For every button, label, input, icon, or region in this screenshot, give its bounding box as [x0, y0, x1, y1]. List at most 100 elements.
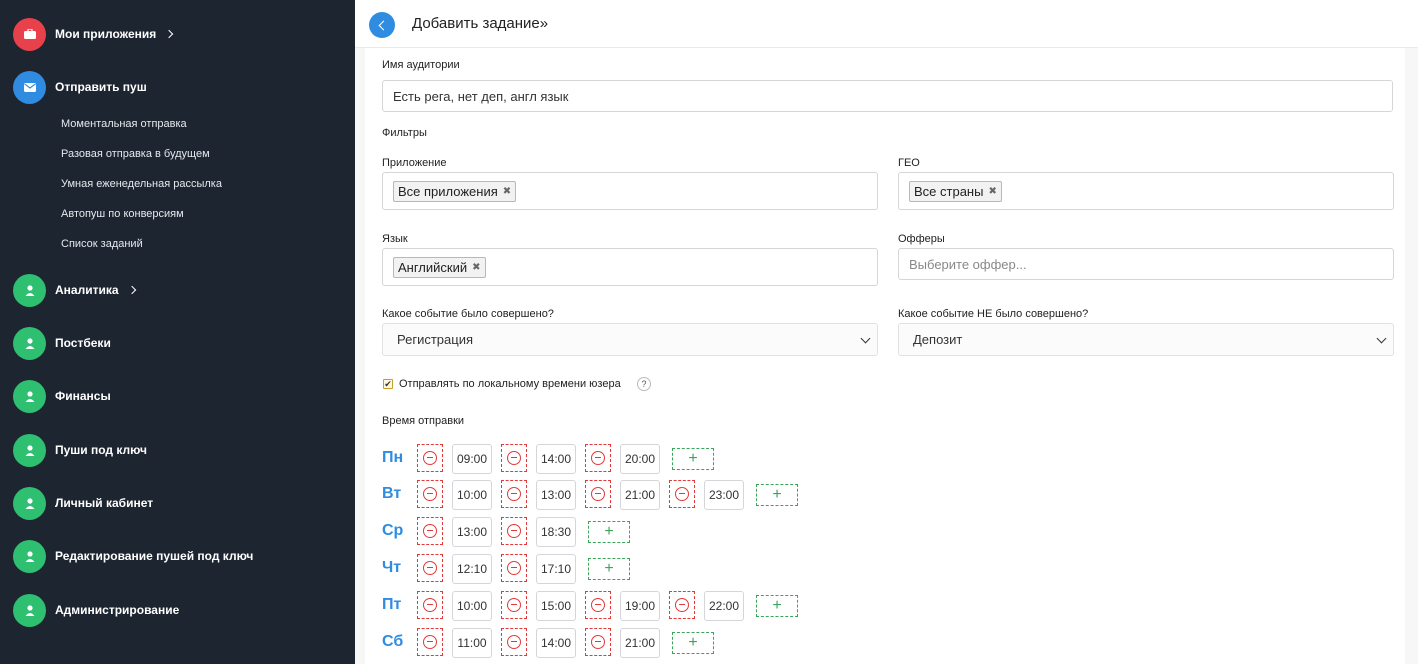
geo-multiselect[interactable]: Все страны ✖ [898, 172, 1394, 210]
minus-circle-icon [507, 635, 521, 649]
remove-time-button[interactable] [501, 591, 527, 619]
subnav-autopush-conversions[interactable]: Автопуш по конверсиям [61, 208, 184, 220]
minus-circle-icon [591, 487, 605, 501]
minus-circle-icon [507, 487, 521, 501]
add-time-button[interactable]: + [756, 484, 798, 506]
subnav-task-list[interactable]: Список заданий [61, 238, 143, 250]
subnav-one-time-future[interactable]: Разовая отправка в будущем [61, 148, 210, 160]
time-input[interactable]: 11:00 [452, 628, 492, 658]
nav-edit-turnkey-push[interactable]: Редактирование пушей под ключ [13, 539, 254, 573]
time-input[interactable]: 15:00 [536, 591, 576, 621]
sidebar: Мои приложения Отправить пуш Моментальна… [0, 0, 355, 664]
day-label: Чт [382, 559, 402, 576]
remove-time-button[interactable] [501, 554, 527, 582]
time-input[interactable]: 09:00 [452, 444, 492, 474]
schedule-row: Пт 10:00 15:00 19:00 22:00 + [382, 591, 982, 621]
remove-time-button[interactable] [501, 628, 527, 656]
minus-circle-icon [675, 598, 689, 612]
event-done-select[interactable]: Регистрация [382, 323, 878, 356]
time-input[interactable]: 18:30 [536, 517, 576, 547]
local-time-checkbox[interactable]: ✔ [383, 379, 393, 389]
time-input[interactable]: 10:00 [452, 591, 492, 621]
event-not-done-value: Депозит [913, 332, 963, 347]
language-label: Язык [382, 233, 408, 245]
language-multiselect[interactable]: Английский ✖ [382, 248, 878, 286]
schedule-row: Вт 10:00 13:00 21:00 23:00 + [382, 480, 982, 510]
help-icon[interactable]: ? [637, 377, 651, 391]
time-input[interactable]: 19:00 [620, 591, 660, 621]
time-input[interactable]: 14:00 [536, 628, 576, 658]
nav-analytics[interactable]: Аналитика [13, 273, 136, 307]
event-not-done-select[interactable]: Депозит [898, 323, 1394, 356]
schedule-grid: Пн 09:00 14:00 20:00 + Вт 10:00 13:00 21:00 23:00… [382, 444, 1082, 664]
remove-time-button[interactable] [417, 554, 443, 582]
time-input[interactable]: 21:00 [620, 628, 660, 658]
user-icon [13, 486, 46, 520]
main-content: Имя аудитории Есть рега, нет деп, англ я… [355, 48, 1418, 664]
chevron-right-icon [165, 29, 174, 39]
add-time-button[interactable]: + [588, 558, 630, 580]
nav-admin[interactable]: Администрирование [13, 593, 180, 627]
nav-my-apps[interactable]: Мои приложения [13, 17, 174, 51]
add-time-button[interactable]: + [756, 595, 798, 617]
nav-send-push[interactable]: Отправить пуш [13, 70, 147, 104]
schedule-row: Чт 12:10 17:10 + [382, 554, 982, 584]
add-time-button[interactable]: + [588, 521, 630, 543]
remove-time-button[interactable] [585, 591, 611, 619]
time-input[interactable]: 22:00 [704, 591, 744, 621]
time-input[interactable]: 21:00 [620, 480, 660, 510]
briefcase-icon [13, 17, 46, 51]
remove-time-button[interactable] [669, 480, 695, 508]
remove-time-button[interactable] [585, 628, 611, 656]
tag-remove-icon[interactable]: ✖ [472, 262, 480, 273]
remove-time-button[interactable] [501, 444, 527, 472]
geo-tag-label: Все страны [914, 183, 984, 199]
time-input[interactable]: 12:10 [452, 554, 492, 584]
user-icon [13, 379, 46, 413]
time-input[interactable]: 10:00 [452, 480, 492, 510]
subnav-smart-weekly[interactable]: Умная еженедельная рассылка [61, 178, 222, 190]
event-done-label: Какое событие было совершено? [382, 308, 554, 320]
nav-postbacks[interactable]: Постбеки [13, 326, 111, 360]
audience-name-input[interactable]: Есть рега, нет деп, англ язык [382, 80, 1393, 112]
page-header: Добавить задание» [355, 0, 1418, 48]
remove-time-button[interactable] [669, 591, 695, 619]
remove-time-button[interactable] [501, 517, 527, 545]
remove-time-button[interactable] [417, 517, 443, 545]
nav-account[interactable]: Личный кабинет [13, 486, 153, 520]
add-time-button[interactable]: + [672, 632, 714, 654]
back-button[interactable] [369, 12, 395, 38]
remove-time-button[interactable] [585, 444, 611, 472]
offers-input[interactable]: Выберите оффер... [898, 248, 1394, 280]
time-input[interactable]: 13:00 [536, 480, 576, 510]
add-time-button[interactable]: + [672, 448, 714, 470]
time-input[interactable]: 20:00 [620, 444, 660, 474]
subnav-instant-send[interactable]: Моментальная отправка [61, 118, 187, 130]
remove-time-button[interactable] [417, 444, 443, 472]
minus-circle-icon [423, 598, 437, 612]
event-not-done-label: Какое событие НЕ было совершено? [898, 308, 1089, 320]
time-input[interactable]: 14:00 [536, 444, 576, 474]
time-input[interactable]: 23:00 [704, 480, 744, 510]
remove-time-button[interactable] [585, 480, 611, 508]
time-input[interactable]: 13:00 [452, 517, 492, 547]
app-multiselect[interactable]: Все приложения ✖ [382, 172, 878, 210]
remove-time-button[interactable] [417, 480, 443, 508]
remove-time-button[interactable] [501, 480, 527, 508]
user-icon [13, 433, 46, 467]
nav-finance[interactable]: Финансы [13, 379, 111, 413]
app-label: Приложение [382, 157, 447, 169]
app-tag-label: Все приложения [398, 183, 498, 199]
remove-time-button[interactable] [417, 591, 443, 619]
tag-remove-icon[interactable]: ✖ [988, 186, 996, 197]
nav-label: Аналитика [55, 283, 119, 297]
time-input[interactable]: 17:10 [536, 554, 576, 584]
remove-time-button[interactable] [417, 628, 443, 656]
nav-label: Администрирование [55, 603, 180, 617]
user-icon [13, 539, 46, 573]
send-time-heading: Время отправки [382, 415, 465, 427]
tag-remove-icon[interactable]: ✖ [503, 186, 511, 197]
nav-turnkey-push[interactable]: Пуши под ключ [13, 433, 147, 467]
geo-tag: Все страны ✖ [909, 180, 1002, 202]
nav-label: Редактирование пушей под ключ [55, 549, 254, 563]
